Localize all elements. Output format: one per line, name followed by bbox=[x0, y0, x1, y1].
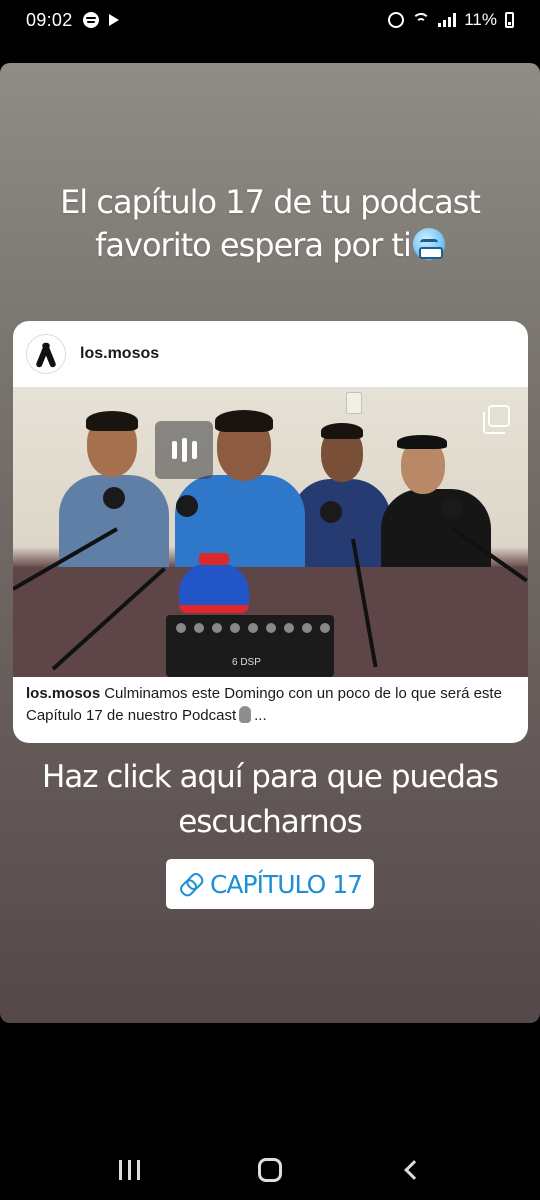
caption-username[interactable]: los.mosos bbox=[26, 685, 100, 702]
post-media-image[interactable]: 6 DSP bbox=[13, 387, 528, 677]
microphone-3 bbox=[320, 501, 342, 523]
story-heading: El capítulo 17 de tu podcast favorito es… bbox=[0, 181, 540, 267]
story-view[interactable]: El capítulo 17 de tu podcast favorito es… bbox=[0, 63, 540, 1023]
alarm-icon bbox=[388, 12, 405, 28]
status-right: 11% bbox=[388, 10, 514, 30]
battery-icon bbox=[505, 12, 514, 28]
battery-percentage: 11% bbox=[464, 10, 497, 29]
wifi-icon bbox=[412, 13, 431, 27]
mixer-label: 6 DSP bbox=[232, 657, 261, 668]
cta-line-2: escucharnos bbox=[178, 804, 363, 840]
spotify-icon bbox=[82, 12, 99, 28]
freezing-face-emoji-icon bbox=[412, 228, 445, 260]
link-sticker-label: CAPÍTULO 17 bbox=[209, 869, 363, 899]
post-header: los.mosos bbox=[13, 321, 528, 387]
microphone-4 bbox=[441, 497, 463, 519]
toy-car bbox=[179, 553, 249, 613]
wall-switch bbox=[346, 392, 362, 414]
post-caption: los.mosos Culminamos este Domingo con un … bbox=[26, 683, 521, 727]
carousel-icon bbox=[483, 405, 510, 434]
recent-apps-button[interactable] bbox=[119, 1160, 141, 1180]
audio-mixer: 6 DSP bbox=[166, 615, 334, 677]
link-icon bbox=[176, 869, 206, 899]
post-username[interactable]: los.mosos bbox=[80, 345, 159, 363]
black-ribbon-icon bbox=[35, 340, 57, 368]
play-icon bbox=[108, 14, 119, 26]
status-bar: 09:02 11% bbox=[0, 0, 540, 40]
status-left: 09:02 bbox=[26, 10, 119, 31]
microphone-1 bbox=[103, 487, 125, 509]
avatar[interactable] bbox=[26, 334, 66, 374]
reel-icon bbox=[155, 421, 213, 479]
microphone-emoji-icon bbox=[239, 706, 252, 723]
microphone-2 bbox=[176, 495, 198, 517]
call-to-action-text: Haz click aquí para que puedas escucharn… bbox=[0, 755, 540, 845]
shared-post-card[interactable]: los.mosos 6 DSP los.mosos Culminamos est… bbox=[13, 321, 528, 743]
signal-icon bbox=[438, 13, 457, 27]
cta-line-1: Haz click aquí para que puedas bbox=[41, 759, 499, 795]
heading-line-2: favorito espera por ti bbox=[0, 224, 540, 267]
caption-ellipsis: ... bbox=[254, 707, 267, 724]
home-button[interactable] bbox=[258, 1158, 283, 1182]
status-time: 09:02 bbox=[26, 9, 73, 30]
back-button[interactable] bbox=[403, 1160, 424, 1180]
navigation-bar bbox=[0, 1140, 540, 1200]
caption-text-1: Culminamos este Domingo con un poco de l… bbox=[104, 685, 407, 702]
heading-line-2-text: favorito espera por ti bbox=[95, 226, 412, 264]
heading-line-1: El capítulo 17 de tu podcast bbox=[60, 183, 481, 221]
link-sticker[interactable]: CAPÍTULO 17 bbox=[166, 859, 374, 909]
